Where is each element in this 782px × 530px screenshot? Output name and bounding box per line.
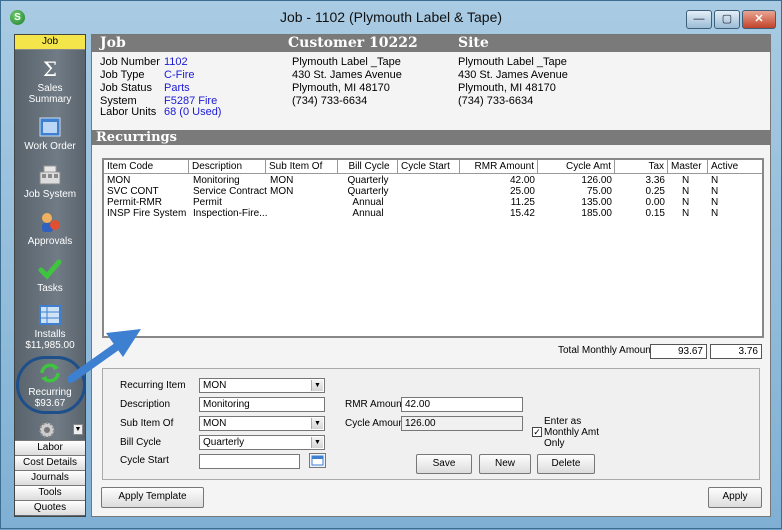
job-window: S Job - 1102 (Plymouth Label & Tape) — ▢…: [0, 0, 782, 529]
annotation-arrow-icon: [67, 329, 141, 383]
